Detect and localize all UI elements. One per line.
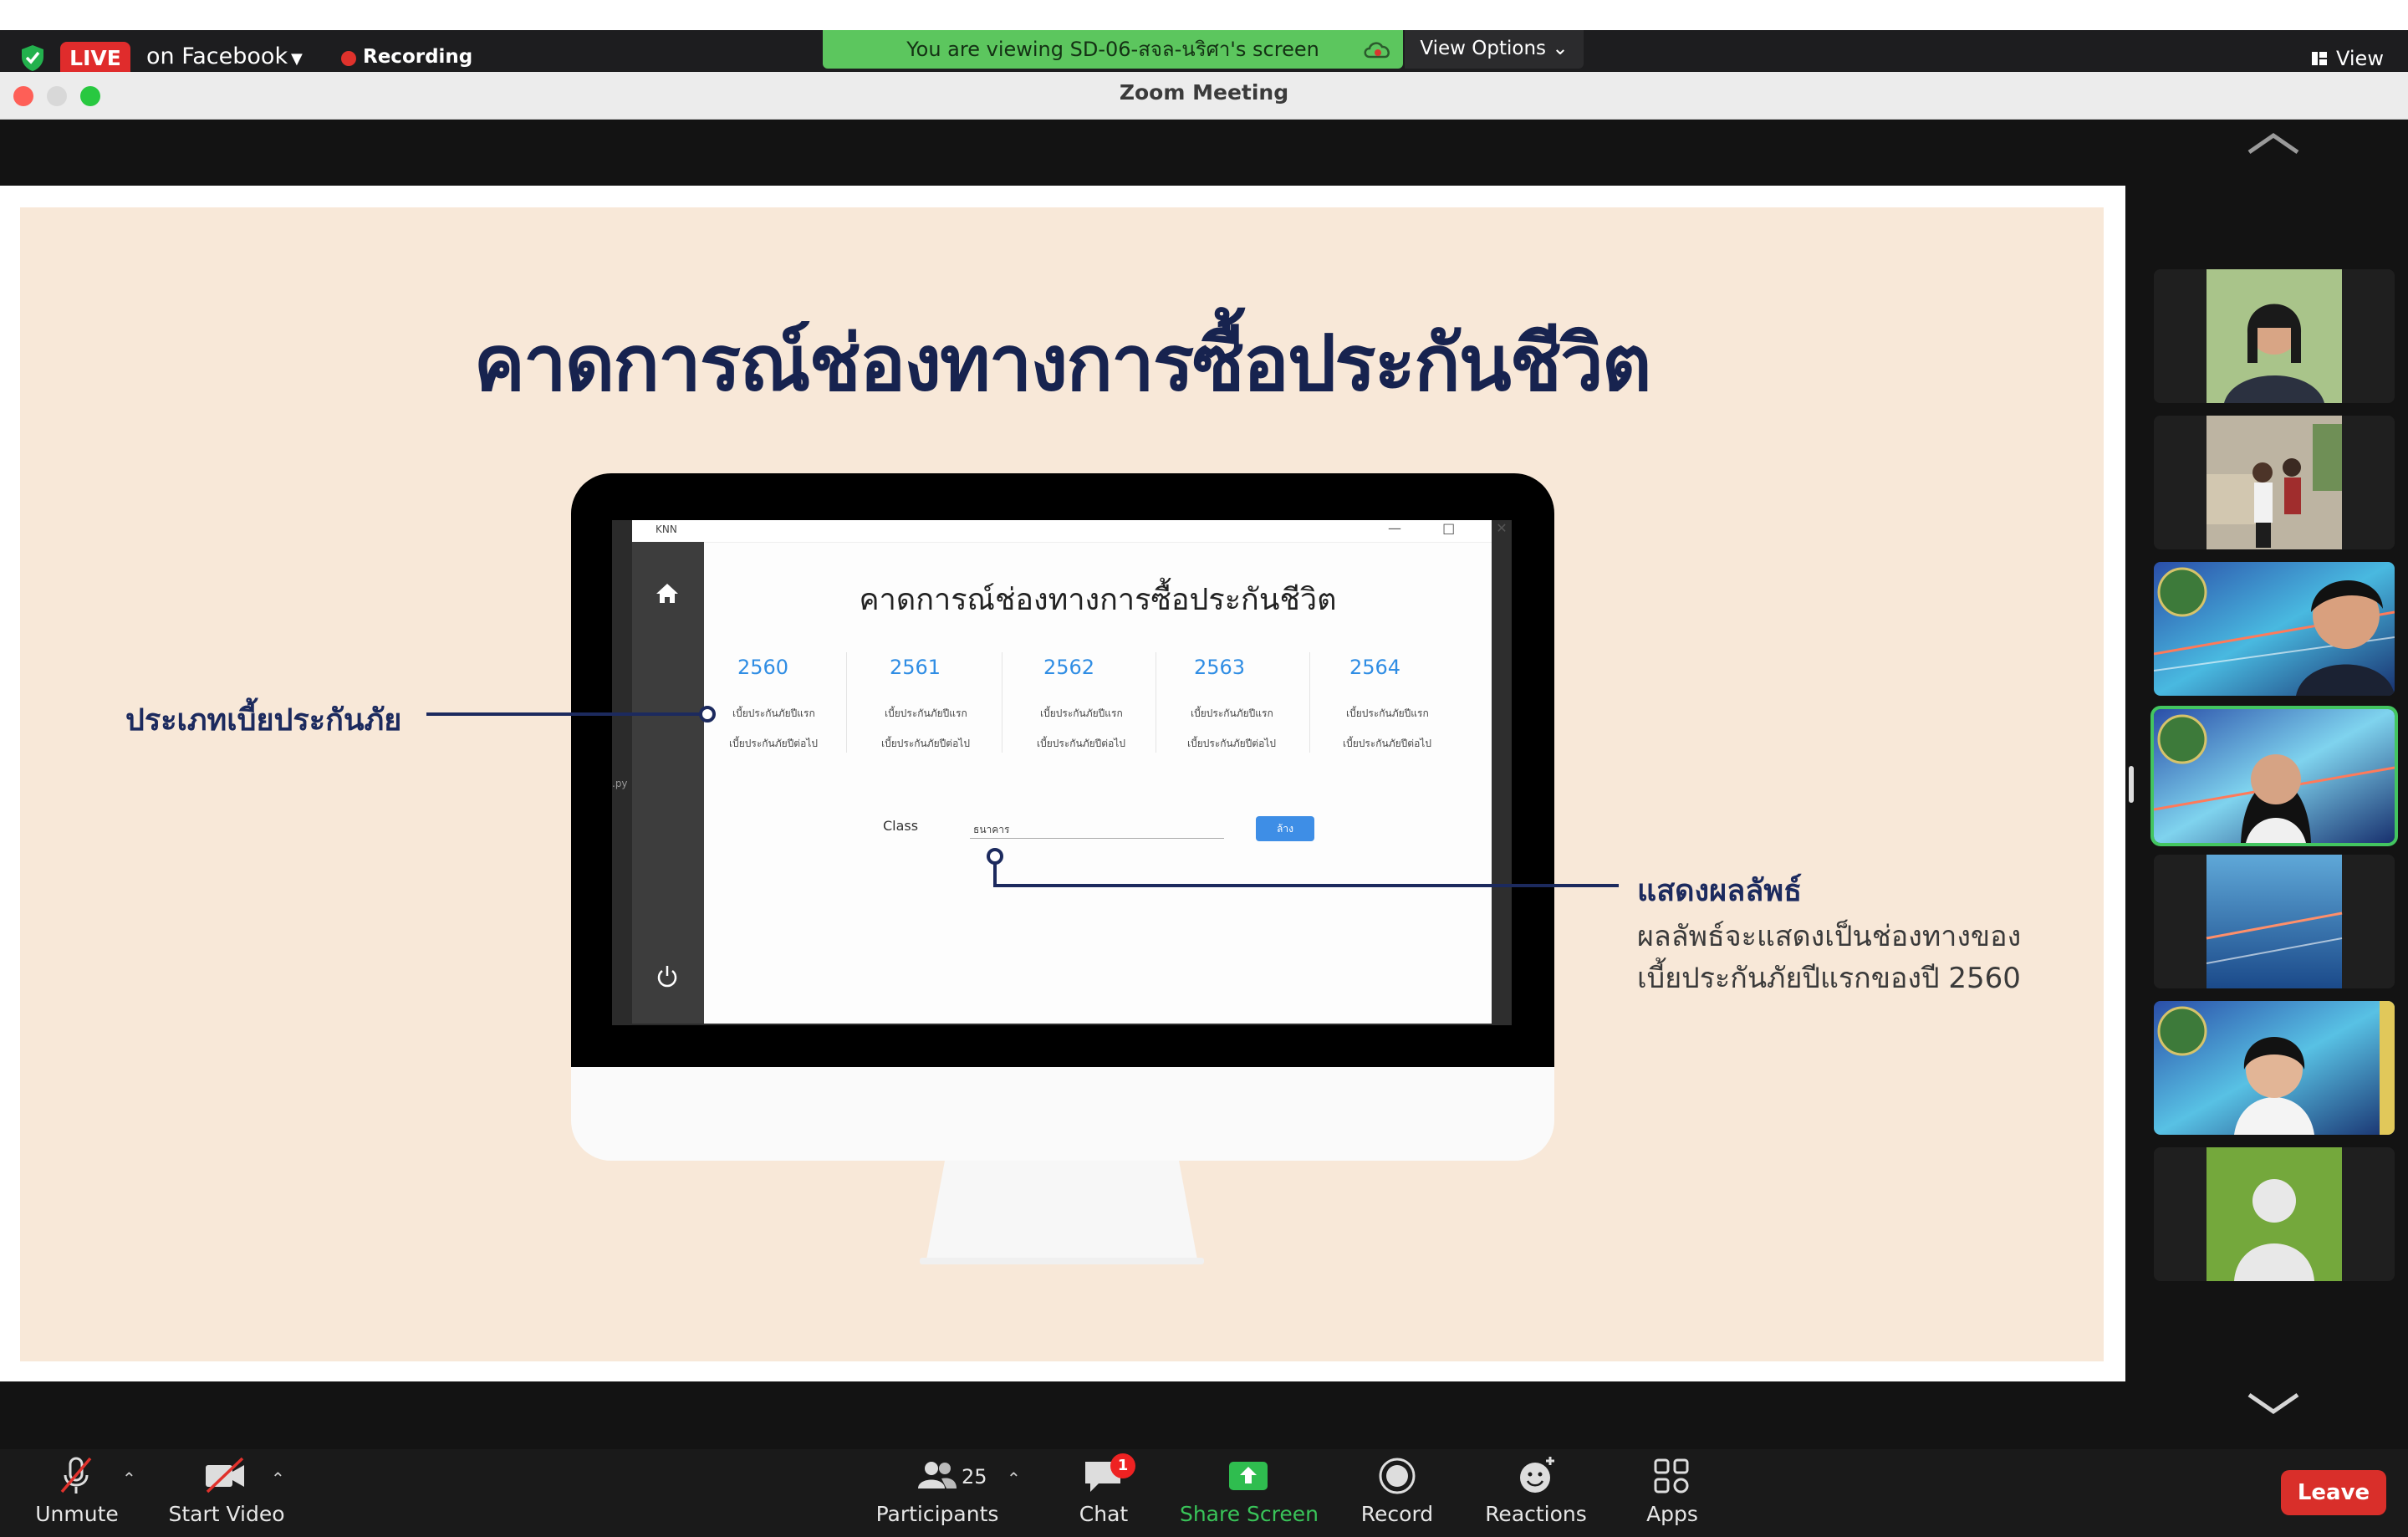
- participants-button[interactable]: Participants: [875, 1502, 1000, 1526]
- app-sidebar: [632, 542, 704, 1024]
- view-options-button[interactable]: View Options ⌄: [1405, 30, 1584, 69]
- year-2561[interactable]: 2561: [890, 656, 941, 679]
- participant-video-5[interactable]: [2154, 855, 2395, 988]
- monitor-stand: [920, 1161, 1204, 1264]
- annotation-result-line-2: เบี้ยประกันภัยปีแรกของปี 2560: [1637, 962, 2021, 995]
- avatar: [2154, 855, 2395, 988]
- record-icon[interactable]: [1376, 1455, 1418, 1497]
- participant-video-1[interactable]: [2154, 269, 2395, 403]
- chat-unread-badge: 1: [1110, 1453, 1135, 1478]
- avatar: [2154, 562, 2395, 696]
- reactions-button[interactable]: Reactions: [1480, 1502, 1592, 1526]
- option-next-year-2564[interactable]: เบี้ยประกันภัยปีต่อไป: [1343, 736, 1431, 752]
- option-first-year-2562[interactable]: เบี้ยประกันภัยปีแรก: [1040, 706, 1123, 722]
- option-next-year-2563[interactable]: เบี้ยประกันภัยปีต่อไป: [1187, 736, 1276, 752]
- app-title-bar: [632, 520, 1492, 543]
- option-first-year-2563[interactable]: เบี้ยประกันภัยปีแรก: [1191, 706, 1273, 722]
- app-side-text: .py: [612, 778, 628, 789]
- year-2562[interactable]: 2562: [1043, 656, 1094, 679]
- app-window-title: KNN: [656, 523, 677, 535]
- clear-button[interactable]: ล้าง: [1256, 816, 1314, 841]
- chat-button[interactable]: Chat: [1062, 1502, 1145, 1526]
- annotation-result-line-1: ผลลัพธ์จะแสดงเป็นช่องทางของ: [1637, 920, 2022, 953]
- view-button[interactable]: View: [2336, 47, 2384, 70]
- annotation-premium-type: ประเภทเบี้ยประกันภัย: [125, 703, 402, 738]
- option-first-year-2560[interactable]: เบี้ยประกันภัยปีแรก: [732, 706, 815, 722]
- live-stream-target[interactable]: on Facebook: [146, 43, 288, 69]
- participant-video-4-active-speaker[interactable]: [2150, 706, 2398, 846]
- live-badge[interactable]: LIVE: [60, 42, 130, 72]
- avatar: [2154, 269, 2395, 403]
- year-2563[interactable]: 2563: [1194, 656, 1245, 679]
- avatar: [2154, 1001, 2395, 1135]
- participant-video-7[interactable]: [2154, 1147, 2395, 1281]
- share-screen-button[interactable]: Share Screen: [1177, 1502, 1321, 1526]
- participants-icon[interactable]: [916, 1455, 958, 1497]
- view-layout-icon[interactable]: [2311, 50, 2328, 67]
- year-2560[interactable]: 2560: [737, 656, 788, 679]
- reactions-emoji-icon[interactable]: [1515, 1455, 1557, 1497]
- cloud-recording-icon: [1364, 42, 1390, 59]
- avatar: [2154, 416, 2395, 549]
- window-title: Zoom Meeting: [1119, 80, 1289, 105]
- option-next-year-2561[interactable]: เบี้ยประกันภัยปีต่อไป: [881, 736, 970, 752]
- recording-dot-icon: [341, 51, 356, 66]
- participants-options-caret-icon[interactable]: ⌃: [1007, 1468, 1021, 1488]
- participant-video-3[interactable]: [2154, 562, 2395, 696]
- slide-title: คาดการณ์ช่องทางการซื้อประกันชีวิต: [473, 319, 1651, 408]
- leave-meeting-button[interactable]: Leave: [2281, 1470, 2386, 1515]
- muted-microphone-icon[interactable]: [55, 1455, 97, 1497]
- power-icon[interactable]: [655, 963, 680, 988]
- column-divider: [1309, 652, 1310, 753]
- option-next-year-2562[interactable]: เบี้ยประกันภัยปีต่อไป: [1037, 736, 1125, 752]
- app-heading: คาดการณ์ช่องทางการซื้อประกันชีวิต: [859, 583, 1337, 617]
- apps-button[interactable]: Apps: [1630, 1502, 1714, 1526]
- participants-count: 25: [962, 1465, 987, 1488]
- security-shield-icon[interactable]: [20, 43, 45, 72]
- option-next-year-2560[interactable]: เบี้ยประกันภัยปีต่อไป: [729, 736, 818, 752]
- video-off-camera-icon[interactable]: [204, 1455, 246, 1497]
- avatar: [2154, 709, 2395, 843]
- app-window-controls[interactable]: — □ ✕: [1388, 520, 1526, 536]
- year-2564[interactable]: 2564: [1349, 656, 1400, 679]
- monitor-chin: [571, 1067, 1554, 1161]
- video-options-caret-icon[interactable]: ⌃: [271, 1468, 285, 1488]
- scroll-down-chevron-icon[interactable]: [2246, 1391, 2301, 1417]
- unmute-button[interactable]: Unmute: [25, 1502, 129, 1526]
- share-screen-icon[interactable]: [1227, 1455, 1269, 1497]
- class-label: Class: [883, 818, 919, 834]
- screen-share-banner: You are viewing SD-06-สจล-นริศา's screen: [823, 30, 1403, 69]
- column-divider: [846, 652, 847, 753]
- home-icon[interactable]: [655, 580, 680, 605]
- participant-video-2[interactable]: [2154, 416, 2395, 549]
- app-window-edge: [1492, 520, 1512, 1025]
- scroll-up-chevron-icon[interactable]: [2246, 130, 2301, 156]
- audio-options-caret-icon[interactable]: ⌃: [122, 1468, 136, 1488]
- participant-video-6[interactable]: [2154, 1001, 2395, 1135]
- apps-icon[interactable]: [1650, 1455, 1692, 1497]
- record-button[interactable]: Record: [1349, 1502, 1445, 1526]
- panel-resize-handle[interactable]: [2129, 766, 2134, 803]
- option-first-year-2561[interactable]: เบี้ยประกันภัยปีแรก: [885, 706, 967, 722]
- avatar: [2154, 1147, 2395, 1281]
- class-output-field[interactable]: ธนาคาร: [970, 818, 1224, 839]
- start-video-button[interactable]: Start Video: [164, 1502, 289, 1526]
- recording-label[interactable]: Recording: [363, 46, 472, 68]
- option-first-year-2564[interactable]: เบี้ยประกันภัยปีแรก: [1346, 706, 1429, 722]
- live-dropdown-caret-icon[interactable]: ▼: [291, 50, 303, 68]
- annotation-result-title: แสดงผลลัพธ์: [1637, 874, 1803, 908]
